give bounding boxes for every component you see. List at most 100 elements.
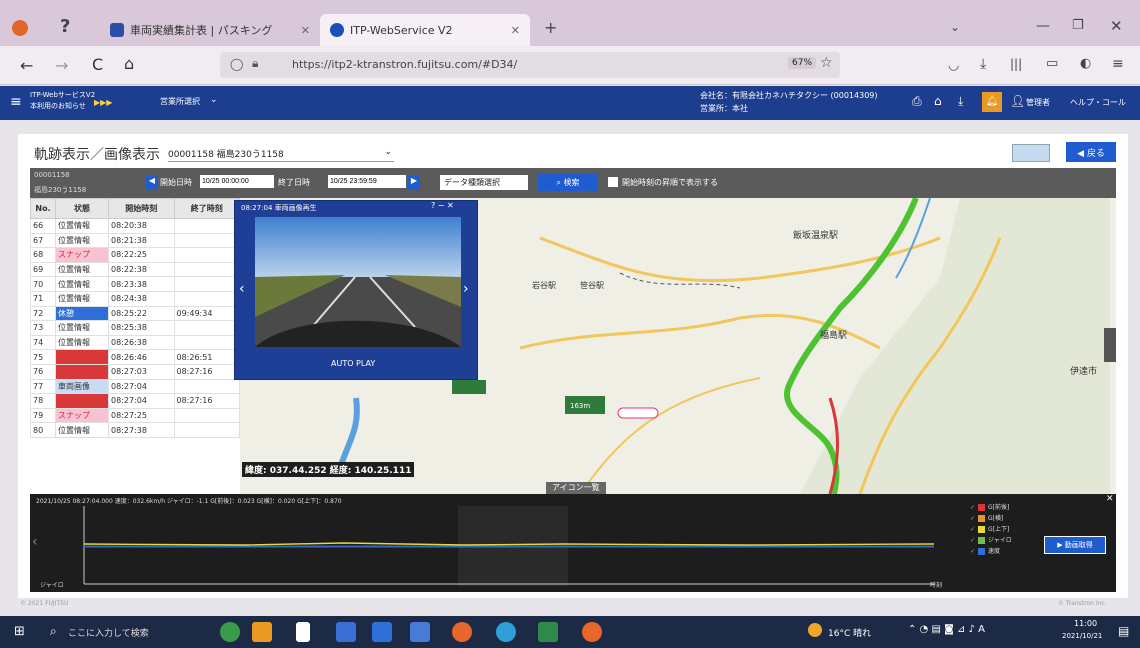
close-window-icon[interactable]: ✕ bbox=[1110, 17, 1123, 35]
column-header[interactable]: 開始時刻 bbox=[108, 198, 175, 219]
download-icon[interactable]: ⤓ bbox=[980, 56, 986, 72]
tab-pasking[interactable]: 車両実績集計表 | パスキング ✕ bbox=[110, 14, 310, 46]
user-name[interactable]: 管理者 bbox=[1026, 97, 1050, 108]
table-row[interactable]: 71 位置情報 08:24:38 bbox=[30, 290, 240, 307]
restore-icon[interactable]: ❐ bbox=[1072, 18, 1084, 33]
search-icon[interactable]: ⌕ bbox=[50, 624, 57, 639]
table-row[interactable]: 66 位置情報 08:20:38 bbox=[30, 218, 240, 234]
legend-item[interactable]: ✓ 速度 bbox=[970, 546, 1032, 557]
prev-day-icon[interactable]: ◀ bbox=[146, 176, 158, 190]
table-row[interactable]: 67 位置情報 08:21:38 bbox=[30, 232, 240, 249]
column-header[interactable]: 状態 bbox=[55, 198, 109, 219]
tab-itp[interactable]: ITP-WebService V2 ✕ bbox=[320, 14, 530, 46]
download-icon[interactable]: ⤓ bbox=[958, 94, 963, 109]
checkbox-icon[interactable]: ✓ bbox=[970, 524, 975, 535]
ascending-checkbox[interactable] bbox=[608, 177, 618, 187]
chevron-down-icon[interactable]: ⌄ bbox=[210, 95, 218, 105]
column-header[interactable]: 終了時刻 bbox=[173, 198, 240, 219]
weather-text[interactable]: 16°C 晴れ bbox=[828, 626, 871, 639]
minimize-icon[interactable]: — bbox=[1036, 18, 1050, 34]
legend-item[interactable]: ✓ G[横] bbox=[970, 513, 1032, 524]
checkbox-icon[interactable]: ✓ bbox=[970, 502, 975, 513]
excel-icon[interactable] bbox=[538, 622, 558, 642]
table-row[interactable]: 75 08:26:46 08:26:51 bbox=[30, 349, 240, 365]
autoplay-label[interactable]: AUTO PLAY bbox=[331, 359, 375, 368]
column-header[interactable]: No. bbox=[30, 198, 56, 219]
account-icon[interactable]: ◐ bbox=[1080, 56, 1091, 71]
store-icon[interactable] bbox=[372, 622, 392, 642]
close-icon[interactable]: ✕ bbox=[511, 24, 520, 37]
reload-icon[interactable]: C bbox=[92, 55, 103, 74]
edge-icon[interactable] bbox=[496, 622, 516, 642]
next-image-icon[interactable]: › bbox=[463, 281, 469, 297]
home-icon[interactable]: ⌂ bbox=[124, 54, 134, 73]
help-icon[interactable]: ? bbox=[60, 16, 70, 37]
legend-item[interactable]: ✓ G[前後] bbox=[970, 502, 1032, 513]
vehicle-select[interactable]: 00001158 福島230う1158 ⌄ bbox=[168, 147, 394, 162]
map-scroll-handle[interactable] bbox=[1104, 328, 1116, 362]
checkbox-icon[interactable]: ✓ bbox=[970, 546, 975, 557]
hamburger-menu-icon[interactable]: ≡ bbox=[1112, 56, 1124, 72]
popup-controls-icon[interactable]: ? − ✕ bbox=[431, 201, 454, 210]
chart-prev-icon[interactable]: ‹ bbox=[32, 534, 38, 550]
library-icon[interactable]: ||| bbox=[1010, 57, 1022, 71]
image-playback-popup[interactable]: 08:27:04 車両画像再生 ? − ✕ ‹ › AUTO PLAY bbox=[234, 200, 478, 380]
legend-item[interactable]: ✓ ジャイロ bbox=[970, 535, 1032, 546]
table-row[interactable]: 76 08:27:03 08:27:16 bbox=[30, 363, 240, 380]
checkbox-icon[interactable]: ✓ bbox=[970, 513, 975, 524]
pocket-icon[interactable]: ◡ bbox=[948, 58, 959, 73]
tray-icons[interactable]: ⌃ ◔ ▤ ◙ ⊿ ♪ A bbox=[908, 624, 985, 635]
print-icon[interactable]: ⎙ bbox=[912, 94, 922, 109]
clock-time[interactable]: 11:00 bbox=[1074, 619, 1097, 628]
close-icon[interactable]: ✕ bbox=[1106, 494, 1114, 504]
grid-view-icon[interactable] bbox=[1012, 144, 1050, 162]
video-download-button[interactable]: ▶ 動画取得 bbox=[1044, 536, 1106, 554]
app-icon[interactable] bbox=[452, 622, 472, 642]
table-row[interactable]: 70 位置情報 08:23:38 bbox=[30, 276, 240, 292]
clock-date[interactable]: 2021/10/21 bbox=[1062, 632, 1102, 640]
table-row[interactable]: 79 スナップ 08:27:25 bbox=[30, 407, 240, 424]
menu-icon[interactable]: ≡ bbox=[10, 94, 22, 110]
table-row[interactable]: 69 位置情報 08:22:38 bbox=[30, 261, 240, 278]
table-row[interactable]: 80 位置情報 08:27:38 bbox=[30, 422, 240, 438]
forward-arrow-icon[interactable]: → bbox=[55, 56, 68, 75]
back-arrow-icon[interactable]: ← bbox=[20, 56, 33, 75]
widgets-icon[interactable] bbox=[252, 622, 272, 642]
table-row[interactable]: 72 休憩 08:25:22 09:49:34 bbox=[30, 305, 240, 322]
calendar-icon[interactable] bbox=[336, 622, 356, 642]
sensor-chart[interactable] bbox=[44, 506, 944, 590]
notification-center-icon[interactable]: ▤ bbox=[1118, 624, 1129, 638]
prev-image-icon[interactable]: ‹ bbox=[239, 281, 245, 297]
teams-icon[interactable] bbox=[410, 622, 430, 642]
firefox-icon[interactable] bbox=[582, 622, 602, 642]
taskview-icon[interactable] bbox=[296, 622, 310, 642]
notification-icon[interactable]: 🔔︎ bbox=[982, 92, 1002, 112]
firefox-menu-icon[interactable] bbox=[12, 20, 28, 36]
table-row[interactable]: 74 位置情報 08:26:38 bbox=[30, 334, 240, 351]
user-icon[interactable]: 👤︎ bbox=[1010, 94, 1025, 108]
chrome-icon[interactable] bbox=[220, 622, 240, 642]
start-datetime-input[interactable] bbox=[200, 175, 274, 188]
back-button[interactable]: ◀ 戻る bbox=[1066, 142, 1116, 162]
table-row[interactable]: 77 車両画像 08:27:04 bbox=[30, 378, 240, 395]
data-type-select[interactable]: データ種類選択 bbox=[440, 175, 528, 190]
table-row[interactable]: 78 08:27:04 08:27:16 bbox=[30, 393, 240, 409]
start-icon[interactable]: ⊞ bbox=[14, 624, 25, 639]
close-icon[interactable]: ✕ bbox=[301, 24, 310, 37]
search-button[interactable]: ⌕ 検索 bbox=[538, 174, 598, 191]
table-row[interactable]: 73 位置情報 08:25:38 bbox=[30, 320, 240, 336]
notice-link[interactable]: 本利用のお知らせ bbox=[30, 101, 86, 111]
icon-list-button[interactable]: アイコン一覧 bbox=[546, 482, 606, 494]
end-datetime-input[interactable] bbox=[328, 175, 406, 188]
chevron-down-icon[interactable]: ⌄ bbox=[950, 20, 960, 34]
taskbar-search[interactable]: ここに入力して検索 bbox=[68, 626, 149, 639]
checkbox-icon[interactable]: ✓ bbox=[970, 535, 975, 546]
sidebar-icon[interactable]: ▭ bbox=[1046, 56, 1058, 71]
help-link[interactable]: ヘルプ・コール bbox=[1070, 97, 1126, 108]
url-bar[interactable]: ◯ 🔒︎ https://itp2-ktranstron.fujitsu.com… bbox=[220, 52, 840, 78]
home-icon[interactable]: ⌂ bbox=[934, 94, 942, 108]
next-day-icon[interactable]: ▶ bbox=[408, 176, 420, 190]
legend-item[interactable]: ✓ G[上下] bbox=[970, 524, 1032, 535]
office-menu[interactable]: 営業所選択 bbox=[160, 96, 200, 107]
bookmark-star-icon[interactable]: ☆ bbox=[820, 55, 833, 71]
